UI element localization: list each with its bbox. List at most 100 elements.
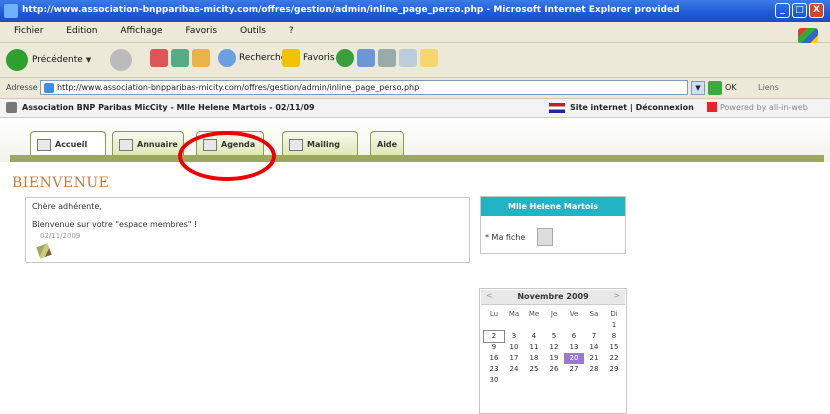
calendar-day[interactable]: 7 <box>584 331 604 342</box>
back-button[interactable]: Précédente ▼ <box>6 49 91 71</box>
calendar-day[interactable]: 19 <box>544 353 564 364</box>
favorites-button[interactable]: Favoris <box>282 49 335 67</box>
window-title: http://www.association-bnpparibas-micity… <box>22 5 680 15</box>
folder-icon[interactable] <box>420 49 438 67</box>
calendar-day[interactable]: 14 <box>584 342 604 353</box>
calendar-day[interactable]: 17 <box>504 353 524 364</box>
calendar-day <box>524 320 544 331</box>
my-file-link[interactable]: * Ma fiche <box>485 233 525 242</box>
tab-underline <box>10 155 824 162</box>
weekday: Di <box>610 310 618 318</box>
calendar-day[interactable]: 28 <box>584 364 604 375</box>
menu-bar: Fichier Edition Affichage Favoris Outils… <box>0 22 830 44</box>
flag-icon[interactable] <box>549 103 565 113</box>
ie-logo-icon <box>4 4 18 18</box>
calendar-day[interactable]: 16 <box>484 353 504 364</box>
calendar-day[interactable]: 24 <box>504 364 524 375</box>
user-name: Mlle Helene Martois <box>481 197 625 216</box>
calendar-day[interactable]: 1 <box>604 320 624 331</box>
calendar-day[interactable]: 15 <box>604 342 624 353</box>
menu-favoris[interactable]: Favoris <box>185 26 217 36</box>
print-icon[interactable] <box>378 49 396 67</box>
mail-icon[interactable] <box>357 49 375 67</box>
menu-edition[interactable]: Edition <box>66 26 97 36</box>
calendar-day[interactable]: 5 <box>544 331 564 342</box>
welcome-date: 02/11/2009 <box>40 232 81 240</box>
calendar-day[interactable]: 3 <box>504 331 524 342</box>
close-button[interactable]: X <box>809 3 824 18</box>
calendar-weekdays: Lu Ma Me Je Ve Sa Di <box>484 309 624 320</box>
menu-help[interactable]: ? <box>289 26 294 36</box>
calendar-day[interactable]: 18 <box>524 353 544 364</box>
calendar-week: 23 24 25 26 27 28 29 <box>484 364 624 375</box>
site-links[interactable]: Site internet | Déconnexion <box>570 103 694 112</box>
calendar-day[interactable]: 10 <box>504 342 524 353</box>
calendar-day[interactable]: 23 <box>484 364 504 375</box>
calendar-day[interactable]: 12 <box>544 342 564 353</box>
page-title: BIENVENUE <box>12 175 110 191</box>
calendar-day[interactable]: 26 <box>544 364 564 375</box>
tab-mailing[interactable]: Mailing <box>282 131 358 157</box>
refresh-icon[interactable] <box>171 49 189 67</box>
calendar-day[interactable]: 11 <box>524 342 544 353</box>
file-icon[interactable] <box>537 228 553 246</box>
weekday: Je <box>550 310 558 318</box>
edit-pen-icon[interactable] <box>36 243 52 259</box>
calendar-day <box>544 320 564 331</box>
calendar-day[interactable]: 6 <box>564 331 584 342</box>
site-icon <box>6 102 17 113</box>
calendar-day[interactable]: 22 <box>604 353 624 364</box>
tab-label: Accueil <box>55 140 88 149</box>
tab-annuaire[interactable]: Annuaire <box>112 131 184 157</box>
go-arrow-icon[interactable] <box>708 81 722 95</box>
mail-icon <box>289 138 303 151</box>
tab-aide[interactable]: Aide <box>370 131 404 157</box>
calendar-week: 16 17 18 19 20 21 22 <box>484 353 624 364</box>
tab-label: Aide <box>377 140 398 149</box>
home-icon[interactable] <box>192 49 210 67</box>
calendar-day[interactable]: 25 <box>524 364 544 375</box>
menu-fichier[interactable]: Fichier <box>14 26 43 36</box>
calendar-day[interactable]: 21 <box>584 353 604 364</box>
back-label: Précédente <box>32 55 83 65</box>
go-button[interactable]: OK <box>725 83 737 92</box>
welcome-box: Chère adhérente, Bienvenue sur votre "es… <box>25 197 470 263</box>
calendar-header: < Novembre 2009 > <box>481 290 625 305</box>
address-dropdown-icon[interactable]: ▼ <box>691 81 705 95</box>
calendar-day[interactable]: 2 <box>483 330 505 343</box>
calendar-day[interactable]: 13 <box>564 342 584 353</box>
weekday: Ve <box>569 310 579 318</box>
next-month-button[interactable]: > <box>613 291 620 300</box>
calendar-day[interactable]: 20 <box>564 353 584 364</box>
powered-by-icon <box>707 102 717 112</box>
home-icon <box>37 138 51 151</box>
forward-button[interactable] <box>110 49 136 71</box>
stop-icon[interactable] <box>150 49 168 67</box>
calendar-day[interactable]: 30 <box>484 375 504 386</box>
page-icon <box>44 83 54 93</box>
tab-label: Annuaire <box>137 140 178 149</box>
calendar-month: Novembre 2009 <box>517 292 589 301</box>
chevron-down-icon: ▼ <box>85 56 92 64</box>
favorites-label: Favoris <box>303 53 335 63</box>
menu-outils[interactable]: Outils <box>240 26 266 36</box>
tab-accueil[interactable]: Accueil <box>30 131 106 157</box>
calendar-day[interactable]: 9 <box>484 342 504 353</box>
links-toolbar[interactable]: Liens <box>758 83 779 92</box>
calendar-day[interactable]: 8 <box>604 331 624 342</box>
maximize-button[interactable]: □ <box>792 3 807 18</box>
calendar-day[interactable]: 29 <box>604 364 624 375</box>
history-icon[interactable] <box>336 49 354 67</box>
address-field[interactable]: http://www.association-bnpparibas-micity… <box>40 80 688 95</box>
tab-label: Mailing <box>307 140 341 149</box>
menu-affichage[interactable]: Affichage <box>120 26 162 36</box>
directory-icon <box>119 138 133 151</box>
weekday: Me <box>528 310 540 318</box>
edit-icon[interactable] <box>399 49 417 67</box>
search-button[interactable]: Rechercher <box>218 49 290 67</box>
calendar-day[interactable]: 4 <box>524 331 544 342</box>
calendar-day <box>564 375 584 386</box>
minimize-button[interactable]: _ <box>775 3 790 18</box>
calendar-day[interactable]: 27 <box>564 364 584 375</box>
user-panel: Mlle Helene Martois * Ma fiche <box>480 196 626 254</box>
